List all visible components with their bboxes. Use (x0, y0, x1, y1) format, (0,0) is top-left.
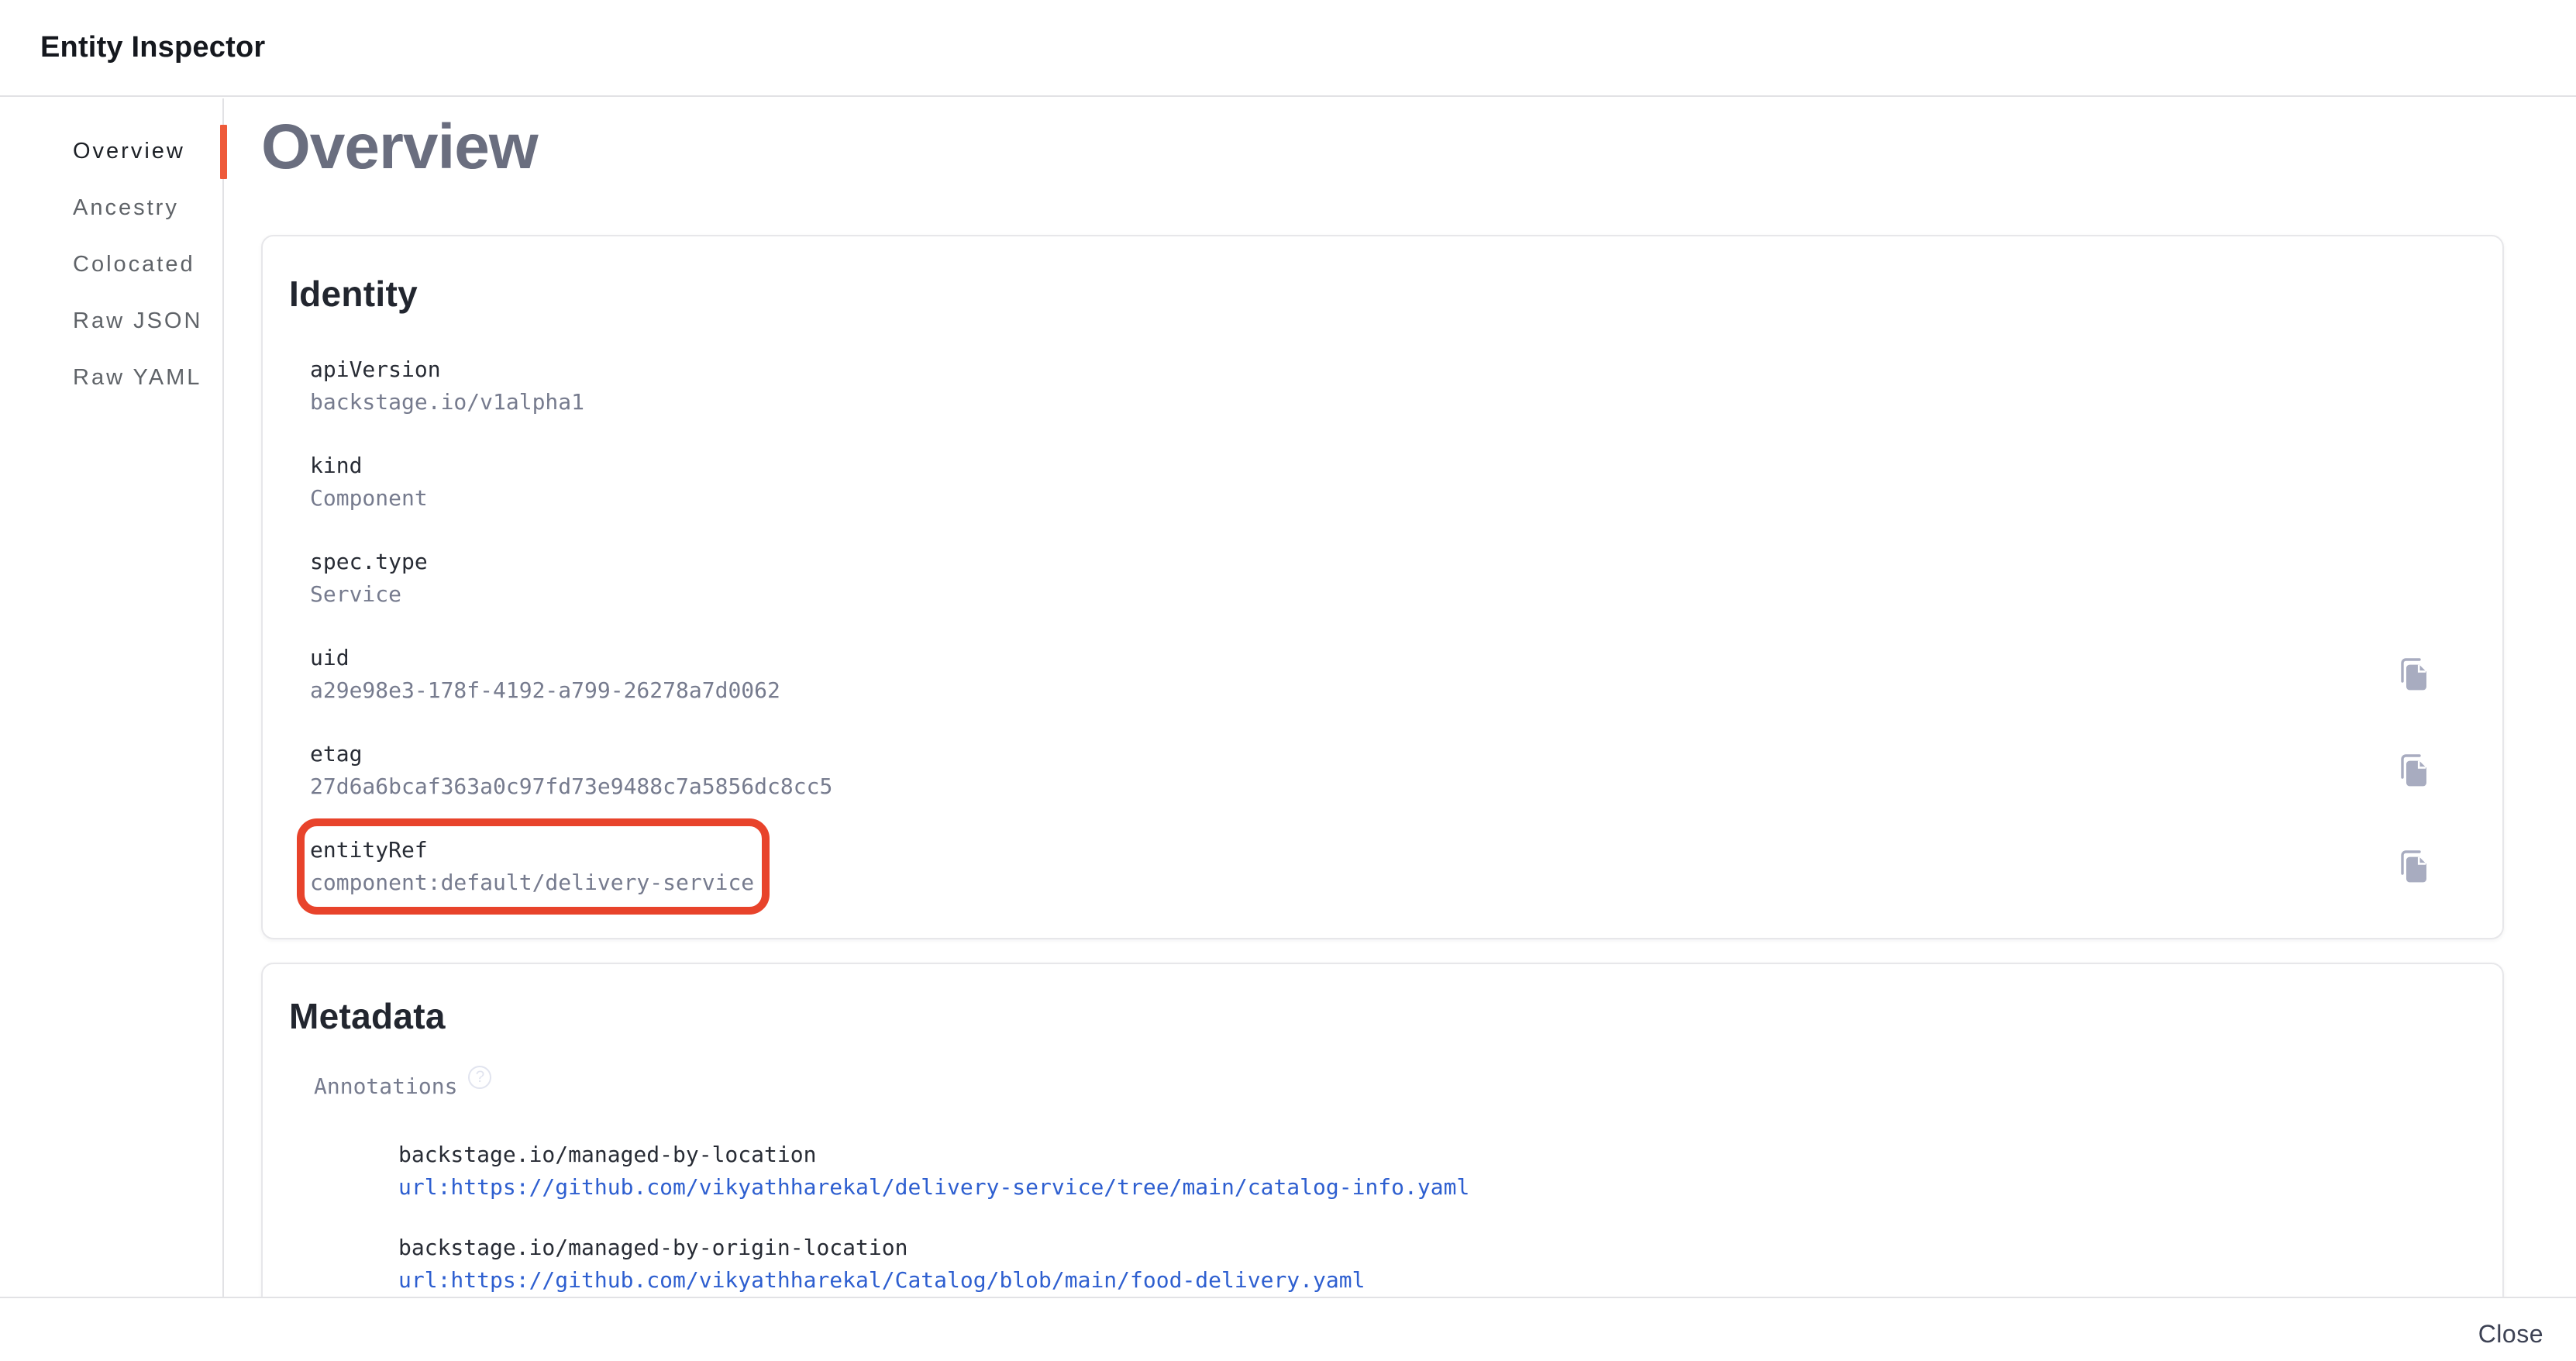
annotation-entry: backstage.io/managed-by-origin-location … (398, 1232, 2433, 1297)
main-content: Overview Identity apiVersion backstage.i… (224, 98, 2576, 1297)
identity-card-title: Identity (289, 273, 2433, 315)
identity-field-row-apiVersion: apiVersion backstage.io/v1alpha1 (297, 338, 2433, 434)
identity-field-row-kind: kind Component (297, 434, 2433, 530)
field-value: Component (310, 482, 428, 515)
sidebar-item-label: Raw JSON (73, 308, 202, 334)
dialog-header: Entity Inspector (0, 0, 2576, 97)
identity-field: kind Component (297, 434, 443, 530)
sidebar-item-colocated[interactable]: Colocated (0, 236, 222, 293)
annotation-key: backstage.io/managed-by-origin-location (398, 1232, 2433, 1264)
field-value: backstage.io/v1alpha1 (310, 386, 584, 419)
annotations-section-label: Annotations ? (314, 1070, 2433, 1103)
sidebar-item-label: Overview (73, 139, 185, 164)
sidebar-item-raw-yaml[interactable]: Raw YAML (0, 350, 222, 406)
identity-field-row-etag: etag 27d6a6bcaf363a0c97fd73e9488c7a5856d… (297, 722, 2433, 818)
annotations-label-text: Annotations (314, 1070, 457, 1103)
close-button[interactable]: Close (2477, 1315, 2545, 1353)
identity-field-row-entityRef: entityRef component:default/delivery-ser… (297, 818, 2433, 915)
field-value: Service (310, 578, 428, 611)
field-label: etag (310, 738, 832, 770)
identity-field: entityRef component:default/delivery-ser… (297, 818, 770, 915)
sidebar-item-raw-json[interactable]: Raw JSON (0, 293, 222, 350)
copy-icon[interactable] (2395, 848, 2433, 885)
metadata-card: Metadata Annotations ? backstage.io/mana… (261, 963, 2504, 1297)
field-value: 27d6a6bcaf363a0c97fd73e9488c7a5856dc8cc5 (310, 770, 832, 803)
identity-field: etag 27d6a6bcaf363a0c97fd73e9488c7a5856d… (297, 722, 848, 818)
field-label: apiVersion (310, 353, 584, 386)
identity-field: spec.type Service (297, 530, 443, 626)
sidebar-item-ancestry[interactable]: Ancestry (0, 180, 222, 236)
sidebar-item-label: Ancestry (73, 195, 179, 221)
annotation-key: backstage.io/managed-by-location (398, 1139, 2433, 1171)
field-value: component:default/delivery-service (310, 867, 754, 899)
dialog-body: Overview Ancestry Colocated Raw JSON Raw… (0, 98, 2576, 1297)
identity-field: uid a29e98e3-178f-4192-a799-26278a7d0062 (297, 626, 796, 722)
identity-fields: apiVersion backstage.io/v1alpha1 kind Co… (297, 338, 2433, 915)
annotation-entry: backstage.io/managed-by-location url:htt… (398, 1139, 2433, 1204)
sidebar-item-label: Raw YAML (73, 365, 201, 391)
metadata-card-title: Metadata (289, 995, 2433, 1038)
identity-field: apiVersion backstage.io/v1alpha1 (297, 338, 600, 434)
field-label: spec.type (310, 546, 428, 578)
sidebar-item-label: Colocated (73, 252, 195, 277)
field-label: kind (310, 450, 428, 482)
annotations-list: backstage.io/managed-by-location url:htt… (398, 1139, 2433, 1297)
identity-field-row-uid: uid a29e98e3-178f-4192-a799-26278a7d0062 (297, 626, 2433, 722)
field-value: a29e98e3-178f-4192-a799-26278a7d0062 (310, 674, 780, 707)
dialog-footer: Close (0, 1297, 2576, 1361)
identity-card: Identity apiVersion backstage.io/v1alpha… (261, 235, 2504, 939)
dialog-title: Entity Inspector (40, 31, 265, 64)
copy-icon[interactable] (2395, 752, 2433, 789)
sidebar-item-overview[interactable]: Overview (0, 123, 222, 180)
help-icon[interactable]: ? (468, 1066, 491, 1089)
copy-icon[interactable] (2395, 656, 2433, 693)
identity-field-row-spec-type: spec.type Service (297, 530, 2433, 626)
field-label: entityRef (310, 834, 754, 867)
annotation-link[interactable]: url:https://github.com/vikyathharekal/de… (398, 1171, 1469, 1204)
page-title: Overview (261, 109, 2504, 185)
field-label: uid (310, 642, 780, 674)
annotation-link[interactable]: url:https://github.com/vikyathharekal/Ca… (398, 1264, 1365, 1297)
inspector-sidebar: Overview Ancestry Colocated Raw JSON Raw… (0, 98, 224, 1297)
